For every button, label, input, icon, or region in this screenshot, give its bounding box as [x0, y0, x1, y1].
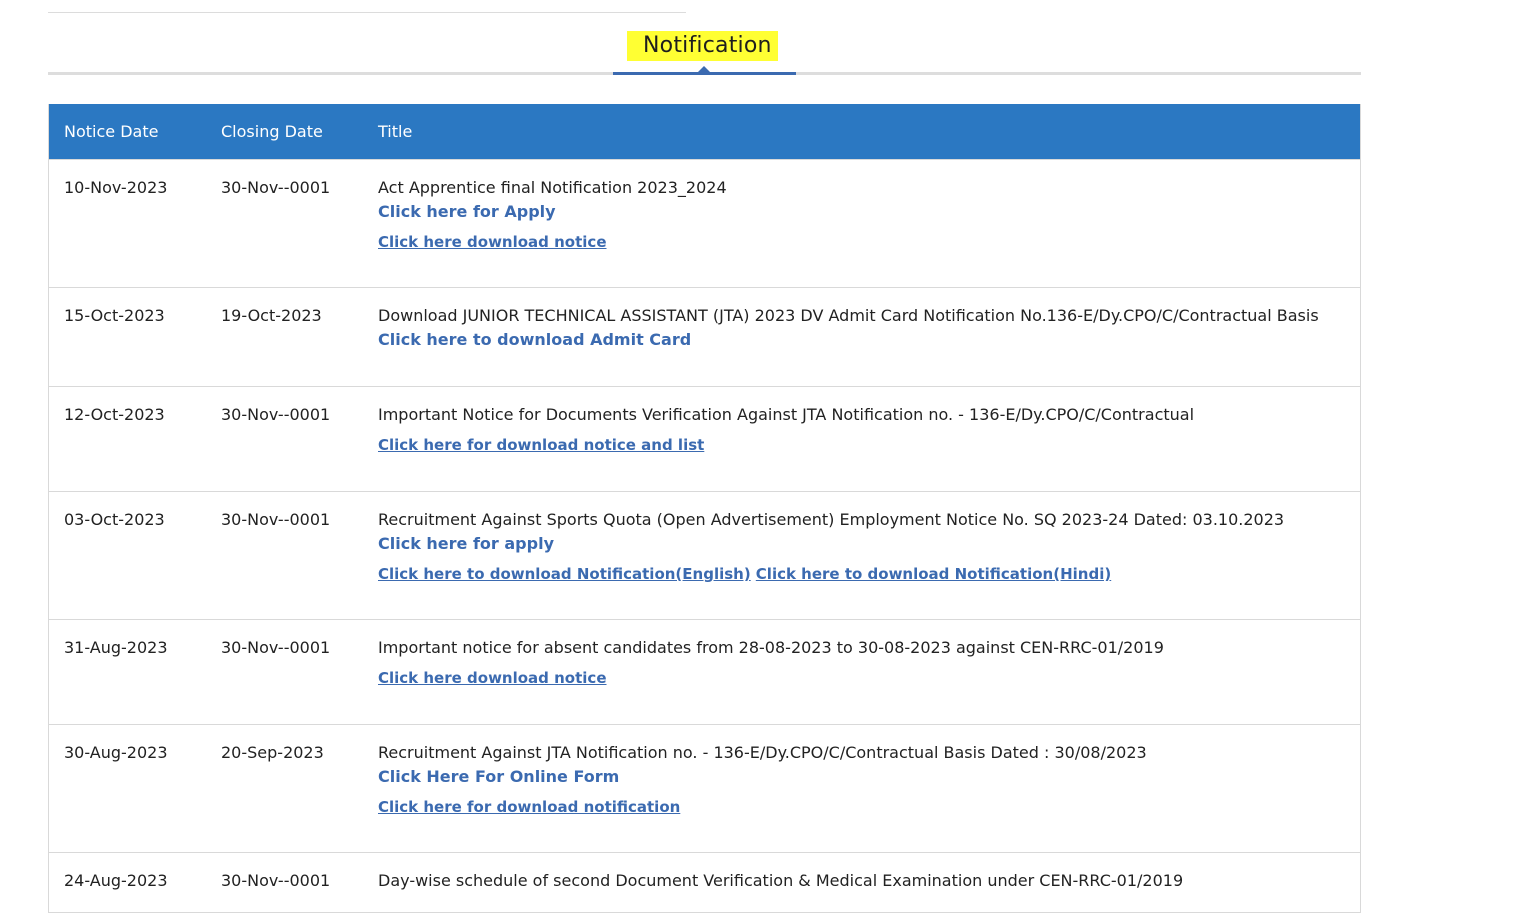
notice-date-cell: 03-Oct-2023	[49, 491, 206, 620]
title-cell: Recruitment Against Sports Quota (Open A…	[363, 491, 1360, 620]
closing-date-cell: 19-Oct-2023	[206, 287, 363, 387]
download-links: Click here for download notification	[378, 795, 1360, 819]
download-notice-link[interactable]: Click here to download Notification(Hind…	[756, 565, 1111, 583]
table-row: 03-Oct-2023 30-Nov--0001 Recruitment Again…	[49, 491, 1360, 620]
title-cell: Important notice for absent candidates f…	[363, 619, 1360, 725]
notice-title: Recruitment Against Sports Quota (Open A…	[378, 510, 1285, 529]
notice-title: Download JUNIOR TECHNICAL ASSISTANT (JTA…	[378, 306, 1319, 325]
apply-link[interactable]: Click here for apply	[378, 532, 1360, 556]
title-cell: Important Notice for Documents Verificat…	[363, 386, 1360, 492]
title-cell: Download JUNIOR TECHNICAL ASSISTANT (JTA…	[363, 287, 1360, 387]
download-links: Click here to download Notification(Engl…	[378, 562, 1360, 586]
notification-table: Notice Date Closing Date Title 10-Nov-20…	[48, 104, 1361, 913]
closing-date-cell: 30-Nov--0001	[206, 159, 363, 288]
apply-link[interactable]: Click Here For Online Form	[378, 765, 1360, 789]
tab-active-underline	[613, 72, 796, 75]
download-notice-link[interactable]: Click here download notice	[378, 233, 607, 251]
notice-date-cell: 12-Oct-2023	[49, 386, 206, 492]
download-links: Click here download notice	[378, 230, 1360, 254]
notice-date-cell: 31-Aug-2023	[49, 619, 206, 725]
tab-notification-label: Notification	[627, 31, 778, 61]
notice-date-cell: 30-Aug-2023	[49, 724, 206, 853]
table-row: 24-Aug-2023 30-Nov--0001 Day-wise schedule…	[49, 852, 1360, 913]
apply-link[interactable]: Click here for Apply	[378, 200, 1360, 224]
closing-date-cell: 30-Nov--0001	[206, 386, 363, 492]
table-row: 10-Nov-2023 30-Nov--0001 Act Apprentice fi…	[49, 159, 1360, 288]
table-row: 15-Oct-2023 19-Oct-2023 Download JUNIOR TE…	[49, 287, 1360, 387]
notice-date-cell: 15-Oct-2023	[49, 287, 206, 387]
apply-link[interactable]: Click here to download Admit Card	[378, 328, 1360, 352]
download-notice-link[interactable]: Click here download notice	[378, 669, 607, 687]
notice-title: Act Apprentice final Notification 2023_2…	[378, 178, 727, 197]
header-title: Title	[363, 104, 1360, 160]
notice-title: Recruitment Against JTA Notification no.…	[378, 743, 1147, 762]
notice-title: Important Notice for Documents Verificat…	[378, 405, 1195, 424]
top-divider	[48, 12, 686, 13]
notice-title: Day-wise schedule of second Document Ver…	[378, 871, 1184, 890]
title-cell: Act Apprentice final Notification 2023_2…	[363, 159, 1360, 288]
download-notice-link[interactable]: Click here to download Notification(Engl…	[378, 565, 751, 583]
download-links: Click here download notice	[378, 666, 1360, 690]
notice-date-cell: 24-Aug-2023	[49, 852, 206, 913]
title-cell: Recruitment Against JTA Notification no.…	[363, 724, 1360, 853]
title-cell: Day-wise schedule of second Document Ver…	[363, 852, 1360, 913]
header-closing-date: Closing Date	[206, 104, 363, 160]
table-header-row: Notice Date Closing Date Title	[49, 104, 1360, 160]
download-links: Click here for download notice and list	[378, 433, 1360, 457]
download-notice-link[interactable]: Click here for download notification	[378, 798, 680, 816]
header-notice-date: Notice Date	[49, 104, 206, 160]
table-row: 31-Aug-2023 30-Nov--0001 Important notice …	[49, 619, 1360, 725]
closing-date-cell: 30-Nov--0001	[206, 491, 363, 620]
notice-date-cell: 10-Nov-2023	[49, 159, 206, 288]
notice-title: Important notice for absent candidates f…	[378, 638, 1164, 657]
download-notice-link[interactable]: Click here for download notice and list	[378, 436, 704, 454]
closing-date-cell: 20-Sep-2023	[206, 724, 363, 853]
tab-notification[interactable]: Notification	[613, 30, 796, 75]
table-row: 12-Oct-2023 30-Nov--0001 Important Notice …	[49, 386, 1360, 492]
closing-date-cell: 30-Nov--0001	[206, 619, 363, 725]
table-row: 30-Aug-2023 20-Sep-2023 Recruitment Agains…	[49, 724, 1360, 853]
closing-date-cell: 30-Nov--0001	[206, 852, 363, 913]
